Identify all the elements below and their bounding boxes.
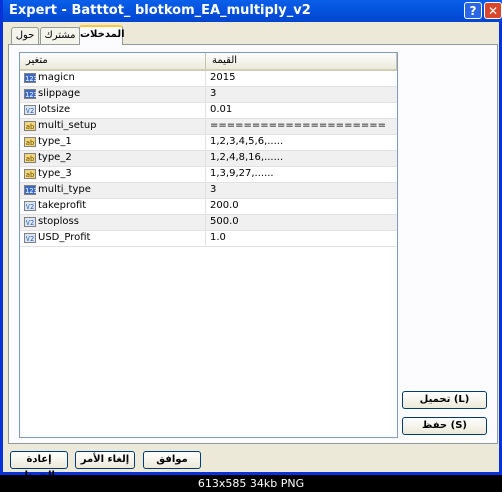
variable-name: takeprofit [38, 200, 87, 211]
variable-value[interactable]: 3 [210, 88, 216, 99]
str-type-icon: ab [24, 169, 36, 179]
help-button[interactable]: ? [464, 2, 482, 19]
inputs-grid: متغير القيمة 123 magicn 2015 123 slippage 3 V2… [19, 52, 398, 438]
column-divider [205, 215, 206, 230]
close-button[interactable]: ✕ [484, 2, 502, 19]
variable-value[interactable]: ===================== [210, 120, 386, 131]
int-type-icon: 123 [24, 185, 38, 195]
window-title: Expert - Batttot_ blotkom_EA_multiply_v2 [9, 3, 311, 18]
variable-value[interactable]: 500.0 [210, 216, 239, 227]
grid-header: متغير القيمة [20, 53, 397, 71]
column-divider [205, 231, 206, 246]
column-divider [205, 135, 206, 150]
variable-value[interactable]: 0.01 [210, 104, 232, 115]
title-bar[interactable]: Expert - Batttot_ blotkom_EA_multiply_v2… [3, 0, 502, 22]
variable-name: type_2 [38, 152, 72, 163]
variable-name: slippage [38, 88, 81, 99]
tab-inputs[interactable]: المدخلات [79, 25, 125, 45]
variable-value[interactable]: 1.0 [210, 232, 226, 243]
variable-value[interactable]: 2015 [210, 72, 235, 83]
table-row[interactable]: ab type_3 1,3,9,27,...... [20, 167, 397, 183]
save-button[interactable]: حفظ (S) [402, 417, 487, 435]
table-row[interactable]: V2 lotsize 0.01 [20, 103, 397, 119]
header-value[interactable]: القيمة [206, 53, 397, 71]
variable-name: lotsize [38, 104, 71, 115]
tab-bar: حول مشترك المدخلات [3, 25, 502, 45]
image-info-bar: 613x585 34kb PNG [0, 475, 502, 492]
table-row[interactable]: 123 slippage 3 [20, 87, 397, 103]
table-row[interactable]: 123 magicn 2015 [20, 71, 397, 87]
variable-name: stoploss [38, 216, 79, 227]
table-row[interactable]: ab type_1 1,2,3,4,5,6,..... [20, 135, 397, 151]
variable-value[interactable]: 3 [210, 184, 216, 195]
cancel-button[interactable]: إلغاء الأمر [75, 451, 135, 469]
tab-about[interactable]: حول [11, 27, 39, 44]
variable-name: USD_Profit [38, 232, 91, 243]
inputs-panel: متغير القيمة 123 magicn 2015 123 slippage 3 V2… [8, 44, 498, 444]
reset-button[interactable]: إعادة الضبط [10, 451, 68, 481]
str-type-icon: ab [24, 121, 36, 131]
column-divider [205, 103, 206, 118]
column-divider [205, 151, 206, 166]
dbl-type-icon: V2 [24, 233, 36, 243]
int-type-icon: 123 [24, 89, 38, 99]
dbl-type-icon: V2 [24, 105, 36, 115]
table-row[interactable]: V2 takeprofit 200.0 [20, 199, 397, 215]
table-row[interactable]: 123 multi_type 3 [20, 183, 397, 199]
variable-name: type_1 [38, 136, 72, 147]
variable-name: multi_setup [38, 120, 97, 131]
column-divider [205, 87, 206, 102]
variable-name: magicn [38, 72, 75, 83]
column-divider [205, 119, 206, 134]
header-variable[interactable]: متغير [20, 53, 206, 71]
expert-dialog: Expert - Batttot_ blotkom_EA_multiply_v2… [0, 0, 502, 481]
column-divider [205, 71, 206, 86]
tab-common[interactable]: مشترك [40, 27, 80, 44]
table-row[interactable]: V2 USD_Profit 1.0 [20, 231, 397, 247]
variable-value[interactable]: 1,2,4,8,16,...... [210, 152, 283, 163]
dbl-type-icon: V2 [24, 217, 36, 227]
dbl-type-icon: V2 [24, 201, 36, 211]
column-divider [205, 167, 206, 182]
column-divider [205, 199, 206, 214]
variable-value[interactable]: 1,3,9,27,...... [210, 168, 274, 179]
variable-name: multi_type [38, 184, 91, 195]
str-type-icon: ab [24, 153, 36, 163]
variable-name: type_3 [38, 168, 72, 179]
variable-value[interactable]: 200.0 [210, 200, 239, 211]
variable-value[interactable]: 1,2,3,4,5,6,..... [210, 136, 283, 147]
int-type-icon: 123 [24, 73, 38, 83]
table-row[interactable]: ab multi_setup ===================== [20, 119, 397, 135]
table-row[interactable]: V2 stoploss 500.0 [20, 215, 397, 231]
str-type-icon: ab [24, 137, 36, 147]
column-divider [205, 183, 206, 198]
load-button[interactable]: تحميل (L) [402, 391, 487, 409]
table-row[interactable]: ab type_2 1,2,4,8,16,...... [20, 151, 397, 167]
ok-button[interactable]: موافق [143, 451, 201, 469]
